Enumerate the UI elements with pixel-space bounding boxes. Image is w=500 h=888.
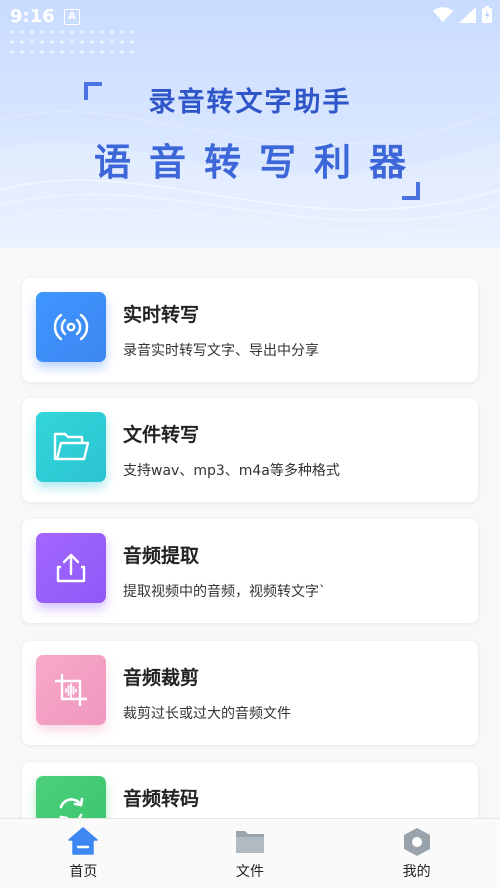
card-title: 音频裁剪 — [123, 667, 200, 689]
share-upload-icon — [36, 533, 106, 603]
nav-item-profile[interactable]: 我的 — [333, 819, 500, 888]
feature-card-realtime-transcription[interactable]: 实时转写 录音实时转写文字、导出中分享 — [22, 278, 478, 382]
card-description: 裁剪过长或过大的音频文件 — [123, 706, 291, 722]
broadcast-icon — [36, 292, 106, 362]
card-title: 文件转写 — [123, 424, 200, 446]
status-icons — [433, 6, 492, 23]
status-bar: 9:16 A — [0, 0, 500, 34]
nav-item-files[interactable]: 文件 — [167, 819, 334, 888]
card-description: 支持wav、mp3、m4a等多种格式 — [123, 463, 340, 479]
bottom-navigation: 首页 文件 我的 — [0, 818, 500, 888]
status-time: 9:16 — [10, 6, 55, 27]
battery-icon — [482, 6, 492, 23]
folder-icon — [36, 412, 106, 482]
card-description: 提取视频中的音频，视频转文字` — [123, 584, 326, 600]
notification-a-icon: A — [64, 9, 80, 25]
banner-subtitle: 语音转写利器 — [94, 141, 424, 184]
home-icon — [68, 827, 99, 855]
card-title: 音频提取 — [123, 545, 200, 567]
profile-hexagon-icon — [403, 828, 430, 856]
header-banner: 9:16 A 录音转文字助手 语音转写利器 — [0, 0, 500, 248]
folder-icon — [236, 831, 264, 853]
feature-card-audio-crop[interactable]: 音频裁剪 裁剪过长或过大的音频文件 — [22, 641, 478, 745]
nav-label: 文件 — [236, 864, 264, 880]
crop-icon — [36, 655, 106, 725]
card-description: 录音实时转写文字、导出中分享 — [123, 343, 319, 359]
feature-card-audio-extraction[interactable]: 音频提取 提取视频中的音频，视频转文字` — [22, 519, 478, 623]
nav-item-home[interactable]: 首页 — [0, 819, 167, 888]
card-title: 实时转写 — [123, 304, 200, 326]
feature-card-file-transcription[interactable]: 文件转写 支持wav、mp3、m4a等多种格式 — [22, 398, 478, 502]
card-title: 音频转码 — [123, 788, 200, 810]
nav-label: 我的 — [402, 864, 431, 880]
signal-icon — [459, 6, 476, 23]
wifi-icon — [433, 6, 453, 22]
banner-title: 录音转文字助手 — [148, 87, 352, 118]
nav-label: 首页 — [69, 864, 98, 880]
